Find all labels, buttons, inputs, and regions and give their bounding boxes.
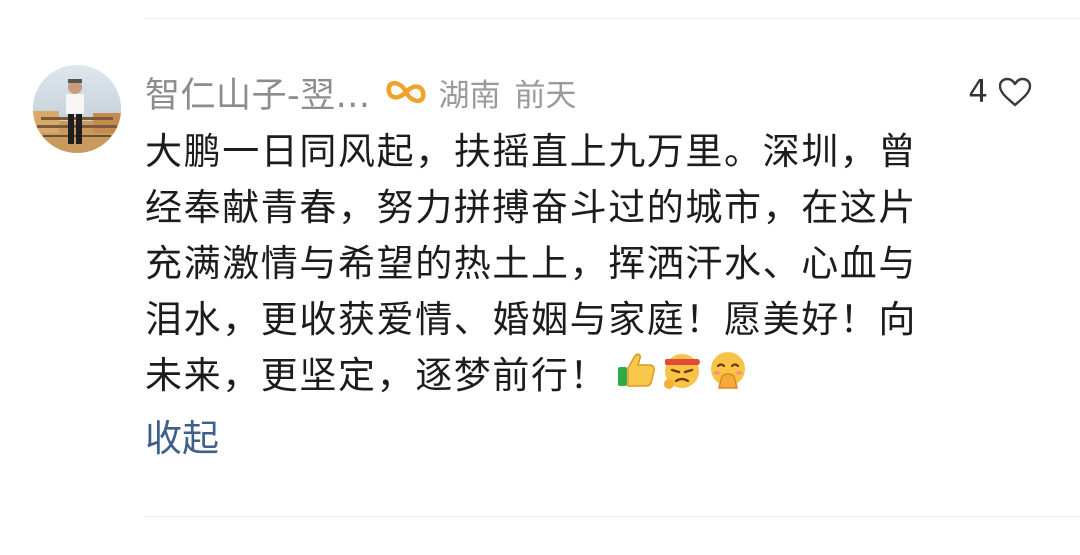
comment-line: 充满激情与希望的热土上，挥洒汗水、心血与 xyxy=(145,242,917,285)
like-control[interactable]: 4 xyxy=(968,68,1032,116)
comment-line-last: 未来，更坚定，逐梦前行！ xyxy=(145,348,1005,406)
comment-line: 经奉献青春，努力拼搏奋斗过的城市，在这片 xyxy=(145,186,917,229)
comment-line-text: 未来，更坚定，逐梦前行！ xyxy=(145,354,609,397)
heart-icon[interactable] xyxy=(998,77,1032,107)
divider-bottom xyxy=(145,516,1080,517)
face-with-hand-over-mouth-icon xyxy=(706,350,750,406)
timestamp: 前天 xyxy=(514,77,577,114)
thumbs-up-icon xyxy=(614,350,658,406)
infinity-badge-icon xyxy=(385,77,427,107)
determined-face-headband-icon xyxy=(660,350,704,406)
comment-line: 大鹏一日同风起，扶摇直上九万里。深圳，曾 xyxy=(145,130,917,173)
collapse-link[interactable]: 收起 xyxy=(145,411,219,467)
like-count: 4 xyxy=(968,74,988,110)
username[interactable]: 智仁山子-翌... xyxy=(145,67,371,118)
emoji-row xyxy=(614,350,750,406)
divider-top xyxy=(145,18,1080,19)
comment-line: 泪水，更收获爱情、婚姻与家庭！愿美好！向 xyxy=(145,298,917,341)
comment-header: 智仁山子-翌... 湖南 前天 xyxy=(145,66,577,118)
location: 湖南 xyxy=(438,77,501,114)
avatar[interactable] xyxy=(33,65,121,153)
comment-text: 大鹏一日同风起，扶摇直上九万里。深圳，曾 经奉献青春，努力拼搏奋斗过的城市，在这… xyxy=(145,124,1005,406)
